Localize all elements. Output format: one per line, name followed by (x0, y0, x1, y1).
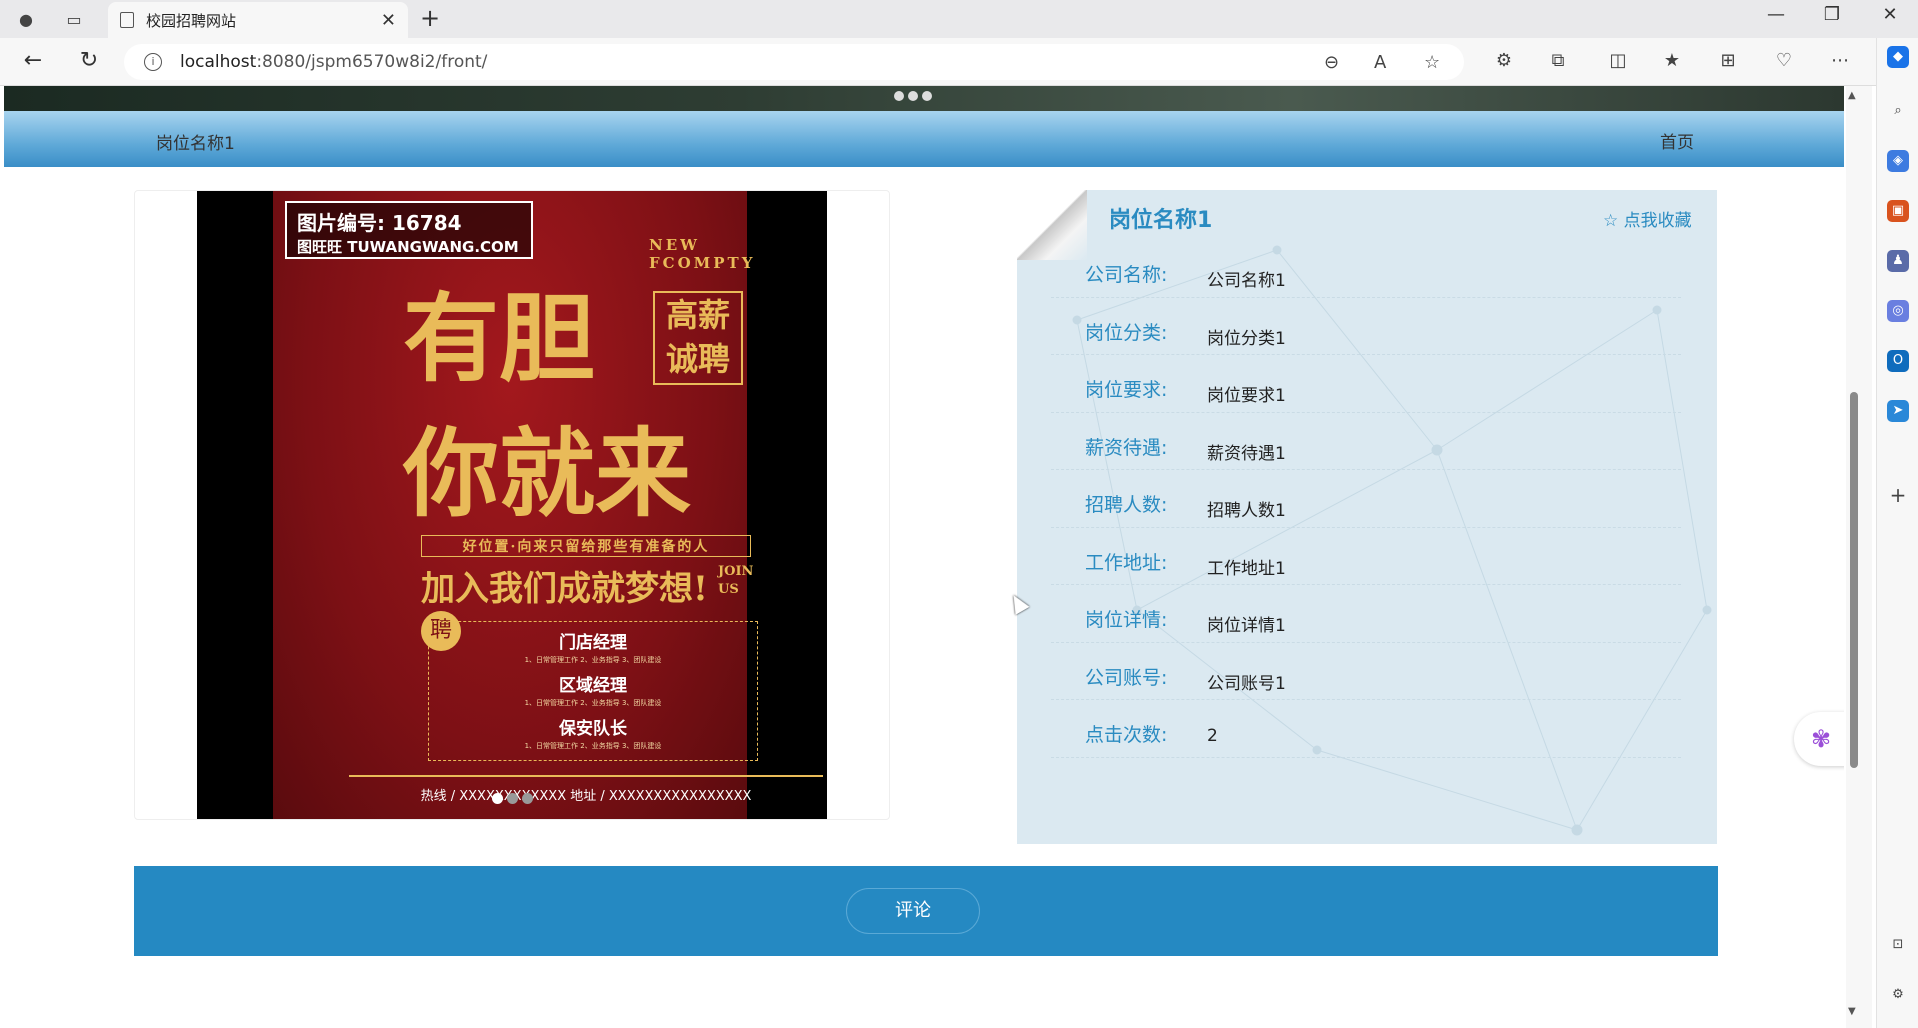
job-poster-image[interactable]: 图片编号: 16784 图旺旺 TUWANGWANG.COM NEW FCOMP… (197, 191, 827, 819)
field-row-category: 岗位分类: 岗位分类1 (1051, 298, 1681, 355)
split-screen-icon[interactable]: ◫ (1604, 50, 1632, 71)
info-icon[interactable]: i (144, 53, 162, 71)
job-info-panel: 岗位名称1 ☆ 点我收藏 公司名称: 公司名称1 岗位分类: 岗位分类1 岗位要求:… (1017, 190, 1717, 844)
poster-new-text: NEW FCOMPTY (649, 236, 756, 272)
outlook-icon[interactable]: O (1887, 350, 1909, 372)
field-row-headcount: 招聘人数: 招聘人数1 (1051, 470, 1681, 528)
poster-jobs: 门店经理 1、日常管理工作 2、业务指导 3、团队建设 区域经理 1、日常管理工… (428, 621, 758, 761)
tracking-icon[interactable]: ⚙ (1490, 50, 1518, 71)
scroll-down-icon[interactable]: ▼ (1848, 1006, 1856, 1017)
page-viewport: 岗位名称1 首页 图片编号: 16784 图旺旺 TUWANGWANG.COM … (4, 86, 1844, 1028)
extensions-icon[interactable]: ⧉ (1544, 50, 1572, 71)
poster-background: 图片编号: 16784 图旺旺 TUWANGWANG.COM NEW FCOMP… (273, 191, 823, 819)
tab-title: 校园招聘网站 (146, 11, 237, 30)
search-icon[interactable]: ⌕ (1887, 100, 1909, 122)
poster-headline-1: 有胆 (403, 282, 595, 395)
banner-image (4, 86, 1844, 111)
collections-icon[interactable]: ⊞ (1714, 50, 1742, 71)
edge-sidebar: ◆ ⌕ ◈ ▣ ♟ ◎ O ➤ + ⊡ ⚙ (1876, 38, 1918, 1028)
screenshot-icon[interactable]: ⊡ (1887, 934, 1909, 956)
poster-footer: 热线 / XXXXXXXXXXXX 地址 / XXXXXXXXXXXXXXXX (349, 775, 823, 804)
poster-join-us: JOIN US (718, 564, 754, 597)
poster-box-text: 高薪诚聘 (653, 291, 743, 385)
field-row-clicks: 点击次数: 2 (1051, 700, 1681, 758)
job-title: 岗位名称1 (1109, 208, 1213, 233)
field-row-address: 工作地址: 工作地址1 (1051, 528, 1681, 585)
more-icon[interactable]: ⋯ (1826, 50, 1854, 71)
copilot-icon[interactable]: ◆ (1887, 46, 1909, 68)
office-icon[interactable]: ◎ (1887, 300, 1909, 322)
scroll-thumb[interactable] (1850, 392, 1858, 768)
favorite-star-icon[interactable]: ☆ (1424, 52, 1440, 73)
top-nav-bar: 岗位名称1 首页 (4, 111, 1844, 167)
shopping-icon[interactable]: ◈ (1887, 150, 1909, 172)
minimize-icon[interactable]: — (1756, 4, 1796, 25)
tools-icon[interactable]: ▣ (1887, 200, 1909, 222)
games-icon[interactable]: ♟ (1887, 250, 1909, 272)
url-text[interactable]: localhost:8080/jspm6570w8i2/front/ (180, 52, 487, 72)
close-window-icon[interactable]: ✕ (1870, 4, 1910, 25)
scroll-up-icon[interactable]: ▲ (1848, 90, 1856, 101)
refresh-icon[interactable]: ↻ (74, 48, 104, 73)
new-tab-icon[interactable]: + (420, 4, 440, 32)
send-icon[interactable]: ➤ (1887, 400, 1909, 422)
favorite-button[interactable]: ☆ 点我收藏 (1603, 206, 1692, 231)
tab-actions-icon[interactable]: ▭ (60, 6, 88, 32)
banner-pagination[interactable] (894, 86, 936, 105)
field-row-account: 公司账号: 公司账号1 (1051, 643, 1681, 700)
job-image-card: 图片编号: 16784 图旺旺 TUWANGWANG.COM NEW FCOMP… (134, 190, 890, 820)
breadcrumb: 岗位名称1 (156, 134, 235, 154)
read-aloud-icon[interactable]: A (1374, 52, 1386, 73)
field-row-details: 岗位详情: 岗位详情1 (1051, 585, 1681, 643)
poster-join: 加入我们成就梦想! (421, 569, 708, 609)
comment-section-bar: 评论 (134, 866, 1718, 956)
restore-icon[interactable]: ❐ (1812, 4, 1852, 25)
favorites-icon[interactable]: ★ (1658, 50, 1686, 71)
add-icon[interactable]: + (1887, 484, 1909, 506)
brain-assistant-icon[interactable]: ✾ (1794, 712, 1844, 766)
field-row-company: 公司名称: 公司名称1 (1051, 240, 1681, 298)
poster-carousel-dots[interactable] (492, 789, 537, 808)
browser-toolbar: ← ↻ i localhost:8080/jspm6570w8i2/front/… (0, 38, 1918, 86)
zoom-out-icon[interactable]: ⊖ (1324, 52, 1339, 73)
address-bar[interactable]: i localhost:8080/jspm6570w8i2/front/ ⊖ A… (124, 44, 1464, 80)
field-row-salary: 薪资待遇: 薪资待遇1 (1051, 413, 1681, 470)
page-icon (120, 12, 134, 28)
home-link[interactable]: 首页 (1660, 128, 1694, 153)
browser-tab[interactable]: 校园招聘网站 ✕ (108, 2, 408, 38)
comment-button[interactable]: 评论 (846, 888, 980, 934)
field-row-requirements: 岗位要求: 岗位要求1 (1051, 355, 1681, 413)
job-field-list: 公司名称: 公司名称1 岗位分类: 岗位分类1 岗位要求: 岗位要求1 薪资待遇: 薪资… (1051, 240, 1681, 758)
back-icon[interactable]: ← (18, 48, 48, 73)
health-icon[interactable]: ♡ (1770, 50, 1798, 71)
profile-icon[interactable]: ● (12, 6, 40, 32)
browser-titlebar: ● ▭ 校园招聘网站 ✕ + — ❐ ✕ (0, 0, 1918, 38)
settings-gear-icon[interactable]: ⚙ (1887, 984, 1909, 1006)
poster-headline-2: 你就来 (403, 417, 691, 530)
poster-slogan: 好位置·向来只留给那些有准备的人 (421, 535, 751, 557)
close-tab-icon[interactable]: ✕ (381, 10, 396, 31)
image-watermark: 图片编号: 16784 图旺旺 TUWANGWANG.COM (285, 201, 533, 259)
